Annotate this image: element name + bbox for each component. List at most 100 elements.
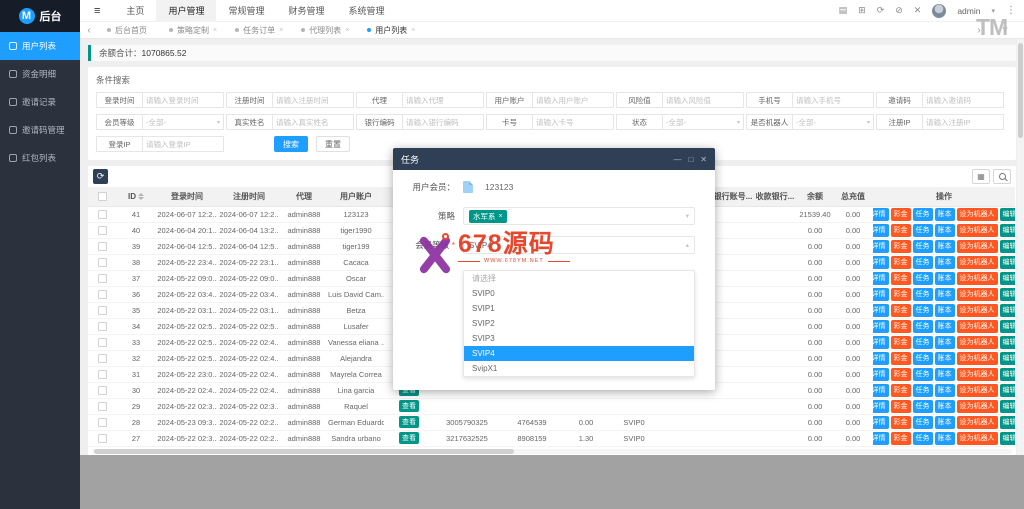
task-button[interactable]: 任务 [913, 384, 933, 397]
ledger-button[interactable]: 账本 [935, 304, 955, 317]
row-checkbox[interactable] [98, 418, 107, 427]
level-option[interactable]: SVIP3 [464, 331, 694, 346]
scrollbar-thumb[interactable] [94, 449, 514, 454]
ledger-button[interactable]: 账本 [935, 416, 955, 429]
set-robot-button[interactable]: 设为机器人 [957, 272, 998, 285]
filter-field-input[interactable]: -全部-▾ [142, 114, 224, 130]
row-checkbox[interactable] [98, 402, 107, 411]
topnav-item[interactable]: 用户管理 [156, 0, 216, 22]
select-all-checkbox[interactable] [98, 192, 107, 201]
risk-view-badge[interactable]: 查看 [399, 432, 419, 444]
edit-button[interactable]: 编辑 [1000, 272, 1016, 285]
set-robot-button[interactable]: 设为机器人 [957, 288, 998, 301]
topnav-item[interactable]: 系统管理 [336, 0, 396, 22]
detail-button[interactable]: 详情 [873, 352, 889, 365]
bonus-button[interactable]: 彩金 [891, 416, 911, 429]
detail-button[interactable]: 详情 [873, 240, 889, 253]
row-checkbox[interactable] [98, 290, 107, 299]
filter-field-input[interactable]: 请输入真实姓名 [272, 114, 354, 130]
filter-field-input[interactable]: 请输入登录IP [142, 136, 224, 152]
bonus-button[interactable]: 彩金 [891, 400, 911, 413]
breadcrumb-tab[interactable]: 后台首页 [98, 22, 160, 39]
bonus-button[interactable]: 彩金 [891, 368, 911, 381]
refresh-icon[interactable]: ⟳ [877, 5, 885, 16]
row-checkbox[interactable] [98, 322, 107, 331]
risk-view-badge[interactable]: 查看 [399, 416, 419, 428]
set-robot-button[interactable]: 设为机器人 [957, 368, 998, 381]
filter-field-input[interactable]: 请输入风险值 [662, 92, 744, 108]
row-checkbox[interactable] [98, 370, 107, 379]
edit-button[interactable]: 编辑 [1000, 352, 1016, 365]
table-search-button[interactable] [993, 169, 1011, 184]
detail-button[interactable]: 详情 [873, 432, 889, 445]
set-robot-button[interactable]: 设为机器人 [957, 336, 998, 349]
detail-button[interactable]: 详情 [873, 336, 889, 349]
task-button[interactable]: 任务 [913, 432, 933, 445]
close-icon[interactable]: ✕ [700, 155, 707, 164]
topnav-item[interactable]: 常规管理 [216, 0, 276, 22]
menu-icon[interactable]: ≡ [80, 5, 114, 17]
breadcrumb-tab[interactable]: 用户列表 × [358, 22, 424, 39]
ledger-button[interactable]: 账本 [935, 256, 955, 269]
set-robot-button[interactable]: 设为机器人 [957, 224, 998, 237]
filter-field-input[interactable]: 请输入注册IP [922, 114, 1004, 130]
row-checkbox[interactable] [98, 242, 107, 251]
bonus-button[interactable]: 彩金 [891, 352, 911, 365]
filter-field-input[interactable]: 请输入注册时间 [272, 92, 354, 108]
bonus-button[interactable]: 彩金 [891, 288, 911, 301]
bonus-button[interactable]: 彩金 [891, 240, 911, 253]
clear-cache-icon[interactable]: ⊘ [895, 5, 903, 16]
row-checkbox[interactable] [98, 338, 107, 347]
ledger-button[interactable]: 账本 [935, 288, 955, 301]
ledger-button[interactable]: 账本 [935, 400, 955, 413]
edit-button[interactable]: 编辑 [1000, 304, 1016, 317]
row-checkbox[interactable] [98, 306, 107, 315]
tag-close-icon[interactable]: × [499, 213, 503, 220]
edit-button[interactable]: 编辑 [1000, 368, 1016, 381]
detail-button[interactable]: 详情 [873, 256, 889, 269]
ledger-button[interactable]: 账本 [935, 240, 955, 253]
edit-button[interactable]: 编辑 [1000, 416, 1016, 429]
edit-button[interactable]: 编辑 [1000, 208, 1016, 221]
task-button[interactable]: 任务 [913, 224, 933, 237]
row-checkbox[interactable] [98, 226, 107, 235]
set-robot-button[interactable]: 设为机器人 [957, 352, 998, 365]
task-button[interactable]: 任务 [913, 352, 933, 365]
ledger-button[interactable]: 账本 [935, 368, 955, 381]
level-option[interactable]: SVIP2 [464, 316, 694, 331]
detail-button[interactable]: 详情 [873, 224, 889, 237]
filter-field-input[interactable]: 请输入银行编码 [402, 114, 484, 130]
edit-button[interactable]: 编辑 [1000, 400, 1016, 413]
edit-button[interactable]: 编辑 [1000, 320, 1016, 333]
set-robot-button[interactable]: 设为机器人 [957, 304, 998, 317]
bonus-button[interactable]: 彩金 [891, 432, 911, 445]
row-checkbox[interactable] [98, 354, 107, 363]
task-button[interactable]: 任务 [913, 304, 933, 317]
bonus-button[interactable]: 彩金 [891, 224, 911, 237]
tabs-scroll-left-icon[interactable]: ‹ [80, 25, 98, 36]
task-button[interactable]: 任务 [913, 256, 933, 269]
tab-close-icon[interactable]: × [213, 27, 217, 34]
edit-button[interactable]: 编辑 [1000, 336, 1016, 349]
edit-button[interactable]: 编辑 [1000, 384, 1016, 397]
bonus-button[interactable]: 彩金 [891, 208, 911, 221]
detail-button[interactable]: 详情 [873, 320, 889, 333]
set-robot-button[interactable]: 设为机器人 [957, 208, 998, 221]
search-button[interactable]: 搜索 [274, 136, 308, 152]
ledger-button[interactable]: 账本 [935, 208, 955, 221]
filter-field-input[interactable]: -全部-▾ [792, 114, 874, 130]
breadcrumb-tab[interactable]: 代理列表 × [292, 22, 358, 39]
edit-button[interactable]: 编辑 [1000, 288, 1016, 301]
bonus-button[interactable]: 彩金 [891, 384, 911, 397]
sidebar-item[interactable]: 资金明细 [0, 60, 80, 88]
scrollbar-thumb[interactable] [1018, 43, 1023, 138]
tab-close-icon[interactable]: × [279, 27, 283, 34]
topnav-item[interactable]: 财务管理 [276, 0, 336, 22]
reset-button[interactable]: 重置 [316, 136, 350, 152]
level-option[interactable]: SVIP0 [464, 286, 694, 301]
chart-icon[interactable]: ▤ [839, 5, 848, 16]
task-button[interactable]: 任务 [913, 336, 933, 349]
layout-icon[interactable]: ⊞ [858, 5, 866, 16]
edit-button[interactable]: 编辑 [1000, 256, 1016, 269]
task-button[interactable]: 任务 [913, 208, 933, 221]
